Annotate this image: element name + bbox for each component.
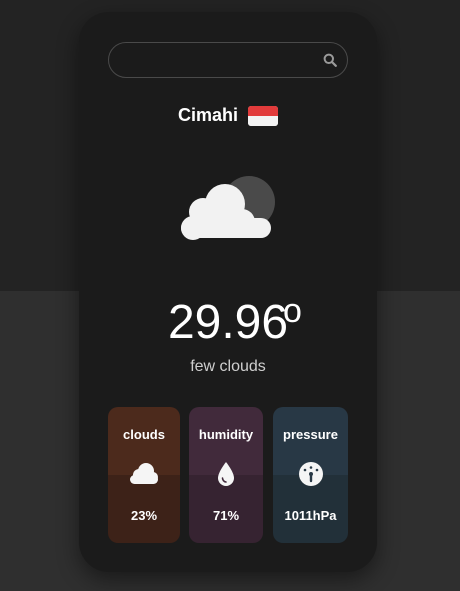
temperature-unit: o: [283, 292, 302, 330]
clouds-tile: clouds 23%: [108, 407, 180, 543]
indonesia-flag-icon: [248, 105, 278, 126]
pressure-value: 1011hPa: [284, 508, 337, 523]
cloud-over-moon-icon: [181, 176, 275, 240]
humidity-label: humidity: [198, 427, 254, 442]
clouds-label: clouds: [123, 427, 165, 442]
pressure-label: pressure: [283, 427, 338, 442]
city-name: Cimahi: [177, 105, 238, 125]
temperature: 29.96: [167, 296, 289, 349]
gauge-icon: [298, 462, 323, 486]
humidity-value: 71%: [212, 508, 240, 523]
location-row: Cimahi: [79, 105, 377, 126]
pressure-tile: pressure 1011hPa: [273, 407, 348, 543]
cloud-icon: [130, 463, 158, 484]
clouds-value: 23%: [130, 508, 158, 523]
search-box: [108, 42, 348, 78]
search-input[interactable]: [123, 43, 313, 77]
weather-description: few clouds: [190, 358, 266, 375]
weather-card: Cimahi 29.96 o few clouds clouds 23% hum…: [79, 12, 377, 572]
droplet-icon: [218, 462, 234, 486]
search-icon[interactable]: [323, 53, 337, 67]
humidity-tile: humidity 71%: [189, 407, 263, 543]
